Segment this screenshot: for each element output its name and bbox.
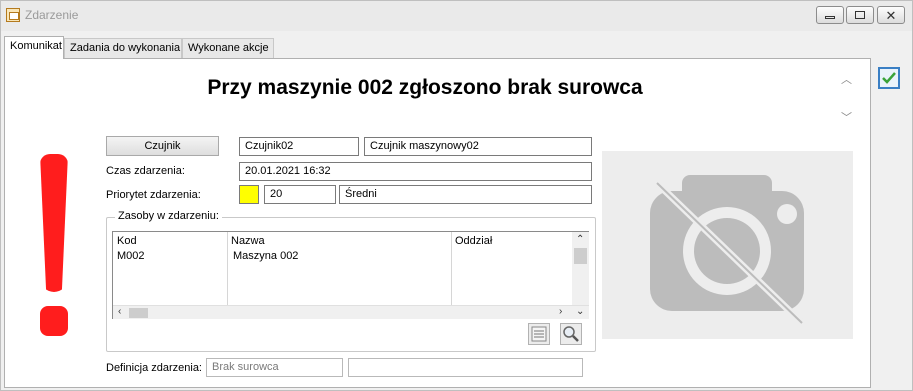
vertical-scroll-thumb[interactable] bbox=[574, 248, 587, 264]
tab-wykonane-akcje[interactable]: Wykonane akcje bbox=[182, 38, 274, 58]
priority-color-swatch bbox=[239, 185, 259, 204]
magnifier-icon[interactable] bbox=[560, 323, 582, 345]
table-row-kod[interactable]: M002 bbox=[117, 250, 145, 262]
horizontal-scroll-thumb[interactable] bbox=[129, 308, 148, 318]
no-photo-camera-icon bbox=[602, 151, 853, 339]
horizontal-scrollbar[interactable]: ‹ › ⌄ bbox=[113, 305, 589, 319]
definition-label: Definicja zdarzenia: bbox=[106, 362, 202, 374]
scroll-right-icon[interactable]: › bbox=[559, 306, 562, 317]
confirm-button[interactable] bbox=[878, 67, 900, 89]
event-time-label: Czas zdarzenia: bbox=[106, 165, 185, 177]
definition-field[interactable]: Brak surowca bbox=[206, 358, 343, 377]
priority-number-field[interactable]: 20 bbox=[264, 185, 336, 204]
priority-label: Priorytet zdarzenia: bbox=[106, 189, 201, 201]
tab-komunikat[interactable]: Komunikat bbox=[4, 36, 64, 59]
sensor-code-field[interactable]: Czujnik02 bbox=[239, 137, 359, 156]
list-details-icon[interactable] bbox=[528, 323, 550, 345]
app-icon bbox=[6, 8, 20, 22]
tab-zadania[interactable]: Zadania do wykonania bbox=[64, 38, 182, 58]
event-window: Zdarzenie ✕ Komunikat Zadania do wykonan… bbox=[0, 0, 913, 391]
scroll-down-icon[interactable]: ⌄ bbox=[576, 306, 584, 317]
maximize-button[interactable] bbox=[846, 6, 874, 24]
definition-extra-field[interactable] bbox=[348, 358, 583, 377]
window-title: Zdarzenie bbox=[25, 8, 79, 22]
exclamation-icon bbox=[37, 154, 71, 336]
message-panel: Przy maszynie 002 zgłoszono brak surowca… bbox=[4, 58, 871, 388]
close-button[interactable]: ✕ bbox=[877, 6, 905, 24]
priority-name-field[interactable]: Średni bbox=[339, 185, 592, 204]
sensor-button[interactable]: Czujnik bbox=[106, 136, 219, 156]
scroll-left-icon[interactable]: ‹ bbox=[118, 306, 121, 317]
title-bar: Zdarzenie ✕ bbox=[1, 1, 912, 31]
event-time-field[interactable]: 20.01.2021 16:32 bbox=[239, 162, 592, 181]
headline-scroll-up-icon[interactable]: ︿ bbox=[841, 71, 852, 87]
minimize-button[interactable] bbox=[816, 6, 844, 24]
column-header-oddzial[interactable]: Oddział bbox=[455, 235, 492, 247]
scroll-up-icon[interactable]: ⌃ bbox=[576, 234, 584, 245]
sensor-name-field[interactable]: Czujnik maszynowy02 bbox=[364, 137, 592, 156]
vertical-scrollbar[interactable]: ⌃ bbox=[572, 232, 589, 305]
resources-group-label: Zasoby w zdarzeniu: bbox=[115, 210, 222, 222]
table-row-nazwa[interactable]: Maszyna 002 bbox=[233, 250, 298, 262]
close-icon: ✕ bbox=[885, 8, 897, 23]
column-header-nazwa[interactable]: Nazwa bbox=[231, 235, 265, 247]
resources-table[interactable]: Kod Nazwa Oddział M002 Maszyna 002 ⌃ ‹ ›… bbox=[112, 231, 589, 319]
headline-scroll-down-icon[interactable]: ﹀ bbox=[841, 109, 852, 125]
checkmark-icon bbox=[882, 72, 896, 84]
column-header-kod[interactable]: Kod bbox=[117, 235, 137, 247]
event-headline: Przy maszynie 002 zgłoszono brak surowca bbox=[207, 76, 643, 99]
